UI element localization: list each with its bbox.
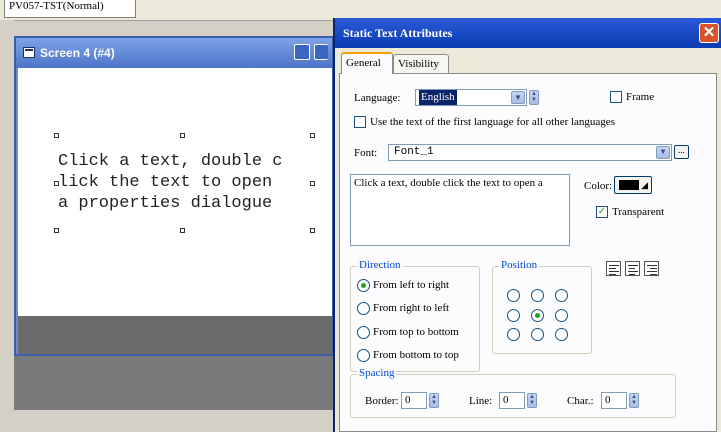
workspace-background (14, 356, 334, 410)
spinner-icon[interactable]: ▲ ▼ (629, 393, 639, 408)
color-label: Color: (584, 180, 613, 192)
position-middle-right[interactable] (555, 309, 568, 322)
dialog-title: Static Text Attributes (343, 26, 453, 40)
restore-icon[interactable] (294, 44, 310, 60)
radio-left-to-right[interactable] (357, 279, 370, 292)
position-top-left[interactable] (507, 289, 520, 302)
direction-group-title: Direction (357, 259, 403, 271)
text-content-field[interactable]: Click a text, double click the text to o… (350, 174, 570, 246)
spinner-icon[interactable]: ▲ ▼ (429, 393, 439, 408)
status-area (14, 410, 334, 432)
selection-handle[interactable] (310, 181, 315, 186)
tab-general[interactable]: General (341, 52, 393, 74)
spacing-group-title: Spacing (357, 367, 397, 379)
frame-label: Frame (626, 91, 655, 103)
char-spacing-input[interactable]: 0 (601, 392, 627, 409)
use-first-language-checkbox[interactable] (354, 116, 366, 128)
selection-handle[interactable] (310, 133, 315, 138)
general-panel: Language: English ▼ ▲ ▼ Frame Use the tex… (339, 73, 717, 432)
tab-visibility[interactable]: Visibility (393, 54, 449, 74)
dropdown-arrow-icon: ◢ (641, 180, 648, 190)
border-spacing-input[interactable]: 0 (401, 392, 427, 409)
color-swatch (619, 180, 639, 190)
spacing-group: Spacing Border: 0 ▲ ▼ Line: 0 ▲ ▼ Char.: 0… (350, 367, 676, 418)
position-bottom-right[interactable] (555, 328, 568, 341)
selection-handle[interactable] (54, 228, 59, 233)
frame-checkbox[interactable] (610, 91, 622, 103)
language-label: Language: (354, 92, 401, 104)
position-group: Position (492, 259, 592, 354)
position-middle-left[interactable] (507, 309, 520, 322)
dialog-titlebar[interactable]: Static Text Attributes ✕ (335, 18, 721, 48)
line-label: Line: (469, 395, 493, 407)
font-select[interactable]: Font_1 ▼ (388, 144, 672, 161)
position-middle-center[interactable] (531, 309, 544, 322)
transparent-label: Transparent (612, 206, 665, 218)
chevron-down-icon[interactable]: ▼ (656, 146, 670, 159)
screen-window-title: Screen 4 (#4) (40, 46, 115, 60)
selection-handle[interactable] (180, 133, 185, 138)
radio-label: From top to bottom (373, 326, 459, 338)
language-spin-icon[interactable]: ▲ ▼ (529, 90, 539, 105)
radio-label: From left to right (373, 279, 450, 291)
screen-icon (23, 47, 35, 58)
color-picker-button[interactable]: ◢ (614, 176, 652, 194)
radio-label: From bottom to top (373, 349, 459, 361)
border-label: Border: (365, 395, 399, 407)
position-top-right[interactable] (555, 289, 568, 302)
position-bottom-center[interactable] (531, 328, 544, 341)
static-text-object[interactable]: Click a text, double c lick the text to … (58, 151, 282, 214)
radio-label: From right to left (373, 302, 450, 314)
line-spacing-input[interactable]: 0 (499, 392, 525, 409)
selection-handle[interactable] (54, 133, 59, 138)
position-top-center[interactable] (531, 289, 544, 302)
canvas-bottom-area (18, 316, 332, 354)
language-select[interactable]: English ▼ (415, 89, 527, 106)
position-group-title: Position (499, 259, 540, 271)
selection-handle[interactable] (180, 228, 185, 233)
font-label: Font: (354, 147, 378, 159)
selection-handle[interactable] (310, 228, 315, 233)
align-right-icon[interactable] (644, 261, 659, 276)
align-center-icon[interactable] (625, 261, 640, 276)
screen-window: Screen 4 (#4) Click a text, double c lic… (14, 36, 334, 356)
document-tab[interactable]: PV057-TST(Normal) (4, 0, 136, 18)
direction-group: Direction From left to right From right … (350, 259, 480, 372)
screen-canvas[interactable]: Click a text, double c lick the text to … (18, 68, 332, 316)
screen-window-titlebar[interactable]: Screen 4 (#4) (16, 38, 332, 68)
static-text-attributes-dialog: Static Text Attributes ✕ General Visibil… (333, 18, 721, 432)
spinner-icon[interactable]: ▲ ▼ (527, 393, 537, 408)
window-button-icon[interactable] (314, 44, 328, 60)
font-browse-button[interactable]: ... (674, 145, 689, 159)
radio-bottom-to-top[interactable] (357, 349, 370, 362)
radio-top-to-bottom[interactable] (357, 326, 370, 339)
position-bottom-left[interactable] (507, 328, 520, 341)
char-label: Char.: (567, 395, 594, 407)
align-left-icon[interactable] (606, 261, 621, 276)
radio-right-to-left[interactable] (357, 302, 370, 315)
chevron-down-icon[interactable]: ▼ (511, 91, 525, 104)
selection-handle[interactable] (54, 181, 59, 186)
use-first-language-label: Use the text of the first language for a… (370, 116, 615, 128)
workspace-left-strip (0, 20, 14, 432)
transparent-checkbox[interactable]: ✓ (596, 206, 608, 218)
close-icon[interactable]: ✕ (699, 23, 719, 43)
